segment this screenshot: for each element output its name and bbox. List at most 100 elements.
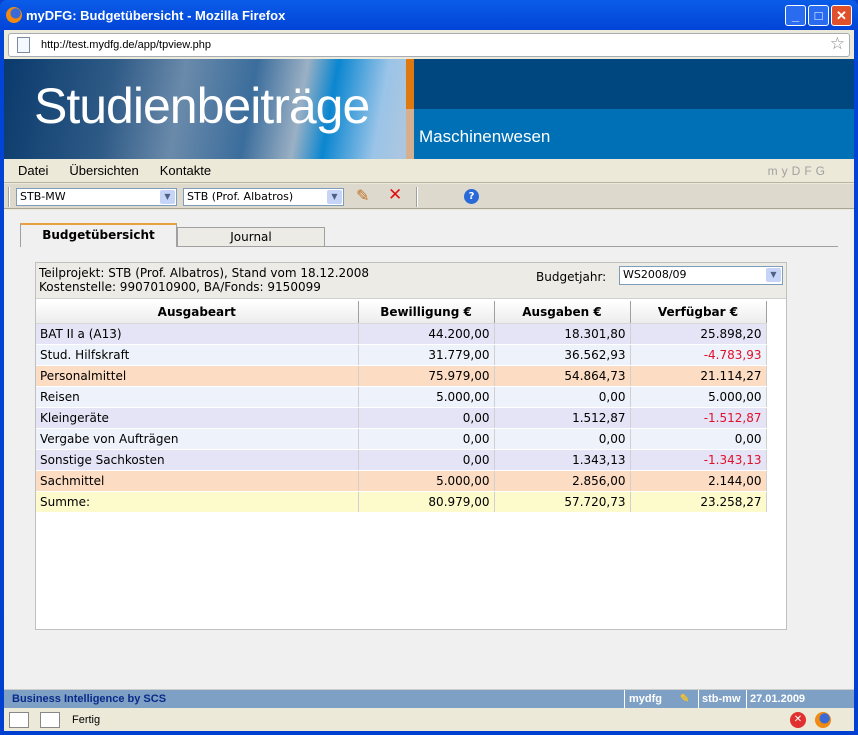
error-icon[interactable]: ✕ [790, 712, 806, 728]
cell-verfuegbar: -1.343,13 [630, 449, 767, 471]
inspector-icon[interactable] [9, 712, 29, 728]
table-row: Sonstige Sachkosten 0,00 1.343,13 -1.343,13 [36, 449, 767, 471]
toolbar-separator [8, 187, 10, 207]
cell-bewilligung: 80.979,00 [358, 491, 495, 513]
title-bar: myDFG: Budgetübersicht - Mozilla Firefox… [0, 0, 858, 30]
cell-bewilligung: 0,00 [358, 407, 495, 429]
cell-ausgabeart: Summe: [36, 491, 359, 513]
tab-budgetuebersicht[interactable]: Budgetübersicht [20, 223, 177, 247]
status-text: Fertig [72, 714, 101, 726]
col-ausgaben[interactable]: Ausgaben € [494, 301, 631, 324]
banner-title: Studienbeiträge [34, 78, 370, 134]
cell-ausgabeart: Kleingeräte [36, 407, 359, 429]
teilprojekt-select[interactable]: STB (Prof. Albatros) ▼ [183, 188, 344, 206]
banner-accent-lower [406, 109, 414, 159]
page-icon [17, 37, 30, 53]
app-footer: Business Intelligence by SCS mydfg ✎ stb… [4, 690, 854, 726]
col-ausgabeart[interactable]: Ausgabeart [36, 301, 359, 324]
select-value: STB (Prof. Albatros) [187, 190, 294, 203]
table-row: BAT II a (A13) 44.200,00 18.301,80 25.898,2… [36, 323, 767, 345]
cell-verfuegbar: 5.000,00 [630, 386, 767, 408]
col-bewilligung[interactable]: Bewilligung € [358, 301, 495, 324]
chevron-down-icon: ▼ [327, 190, 342, 204]
budget-panel: Teilprojekt: STB (Prof. Albatros), Stand… [35, 262, 787, 630]
help-icon[interactable]: ? [464, 189, 479, 204]
cell-ausgaben: 0,00 [494, 428, 631, 450]
cell-ausgabeart: Reisen [36, 386, 359, 408]
footer-app: mydfg [624, 690, 666, 708]
cell-verfuegbar: 2.144,00 [630, 470, 767, 492]
menu-bar: Datei Übersichten Kontakte myDFG [4, 159, 854, 183]
brand-logo: myDFG [767, 163, 829, 178]
cell-bewilligung: 0,00 [358, 449, 495, 471]
banner-accent [406, 59, 414, 109]
cell-verfuegbar: -1.512,87 [630, 407, 767, 429]
toolbar: STB-MW ▼ STB (Prof. Albatros) ▼ ✎ ✕ ? [4, 184, 854, 209]
cell-ausgaben: 2.856,00 [494, 470, 631, 492]
delete-icon[interactable]: ✕ [388, 185, 402, 205]
table-row: Summe: 80.979,00 57.720,73 23.258,27 [36, 491, 767, 513]
col-verfuegbar[interactable]: Verfügbar € [630, 301, 767, 324]
cell-verfuegbar: 25.898,20 [630, 323, 767, 345]
status-bar: Fertig ✕ [4, 709, 854, 731]
cell-ausgaben: 18.301,80 [494, 323, 631, 345]
cell-ausgaben: 0,00 [494, 386, 631, 408]
url-text: http://test.mydfg.de/app/tpview.php [41, 39, 211, 51]
table-header: Ausgabeart Bewilligung € Ausgaben € Verf… [36, 301, 767, 324]
kostenstelle-select[interactable]: STB-MW ▼ [16, 188, 177, 206]
minimize-button[interactable]: _ [785, 5, 806, 26]
menu-uebersichten[interactable]: Übersichten [69, 163, 138, 178]
menu-kontakte[interactable]: Kontakte [160, 163, 211, 178]
cell-bewilligung: 75.979,00 [358, 365, 495, 387]
table-row: Sachmittel 5.000,00 2.856,00 2.144,00 [36, 470, 767, 492]
chevron-down-icon: ▼ [766, 268, 781, 282]
budgetjahr-label: Budgetjahr: [536, 270, 607, 284]
table-row: Stud. Hilfskraft 31.779,00 36.562,93 -4.783… [36, 344, 767, 366]
project-info: Teilprojekt: STB (Prof. Albatros), Stand… [36, 263, 786, 299]
cell-ausgaben: 1.343,13 [494, 449, 631, 471]
pencil-icon[interactable]: ✎ [356, 186, 369, 205]
url-bar[interactable]: http://test.mydfg.de/app/tpview.php ☆ [8, 33, 850, 57]
chevron-down-icon: ▼ [160, 190, 175, 204]
footer-credit: Business Intelligence by SCS [12, 693, 167, 705]
cell-ausgaben: 54.864,73 [494, 365, 631, 387]
cell-ausgaben: 1.512,87 [494, 407, 631, 429]
cell-ausgaben: 57.720,73 [494, 491, 631, 513]
menu-datei[interactable]: Datei [18, 163, 48, 178]
close-button[interactable]: ✕ [831, 5, 852, 26]
table-row: Vergabe von Aufträgen 0,00 0,00 0,00 [36, 428, 767, 450]
cell-ausgabeart: BAT II a (A13) [36, 323, 359, 345]
firefox-icon [815, 712, 831, 728]
maximize-button[interactable]: □ [808, 5, 829, 26]
tab-divider [177, 246, 838, 247]
budget-table: Ausgabeart Bewilligung € Ausgaben € Verf… [36, 301, 767, 513]
browser-client: http://test.mydfg.de/app/tpview.php ☆ St… [4, 30, 854, 731]
banner-subtitle: Maschinenwesen [419, 127, 551, 146]
select-value: WS2008/09 [623, 268, 687, 281]
budgetjahr-select[interactable]: WS2008/09 ▼ [619, 266, 783, 285]
toolbar-separator [416, 187, 418, 207]
table-row: Personalmittel 75.979,00 54.864,73 21.114,2… [36, 365, 767, 387]
footer-user: stb-mw [698, 690, 744, 708]
cell-ausgabeart: Sonstige Sachkosten [36, 449, 359, 471]
banner: Studienbeiträge Maschinenwesen [4, 59, 854, 159]
cell-ausgaben: 36.562,93 [494, 344, 631, 366]
cell-verfuegbar: 23.258,27 [630, 491, 767, 513]
select-value: STB-MW [20, 190, 66, 203]
bookmark-star-icon[interactable]: ☆ [830, 34, 845, 54]
cell-ausgabeart: Vergabe von Aufträgen [36, 428, 359, 450]
main-content: Budgetübersicht Journal Teilprojekt: STB… [4, 210, 854, 690]
user-icon: ✎ [680, 693, 690, 705]
cell-bewilligung: 44.200,00 [358, 323, 495, 345]
browser-window: myDFG: Budgetübersicht - Mozilla Firefox… [0, 0, 858, 735]
cell-ausgabeart: Stud. Hilfskraft [36, 344, 359, 366]
tab-journal[interactable]: Journal [177, 227, 325, 247]
ruler-icon[interactable] [40, 712, 60, 728]
cell-bewilligung: 5.000,00 [358, 470, 495, 492]
cell-bewilligung: 31.779,00 [358, 344, 495, 366]
cell-verfuegbar: 0,00 [630, 428, 767, 450]
cell-verfuegbar: 21.114,27 [630, 365, 767, 387]
cell-bewilligung: 0,00 [358, 428, 495, 450]
cell-ausgabeart: Personalmittel [36, 365, 359, 387]
table-row: Reisen 5.000,00 0,00 5.000,00 [36, 386, 767, 408]
